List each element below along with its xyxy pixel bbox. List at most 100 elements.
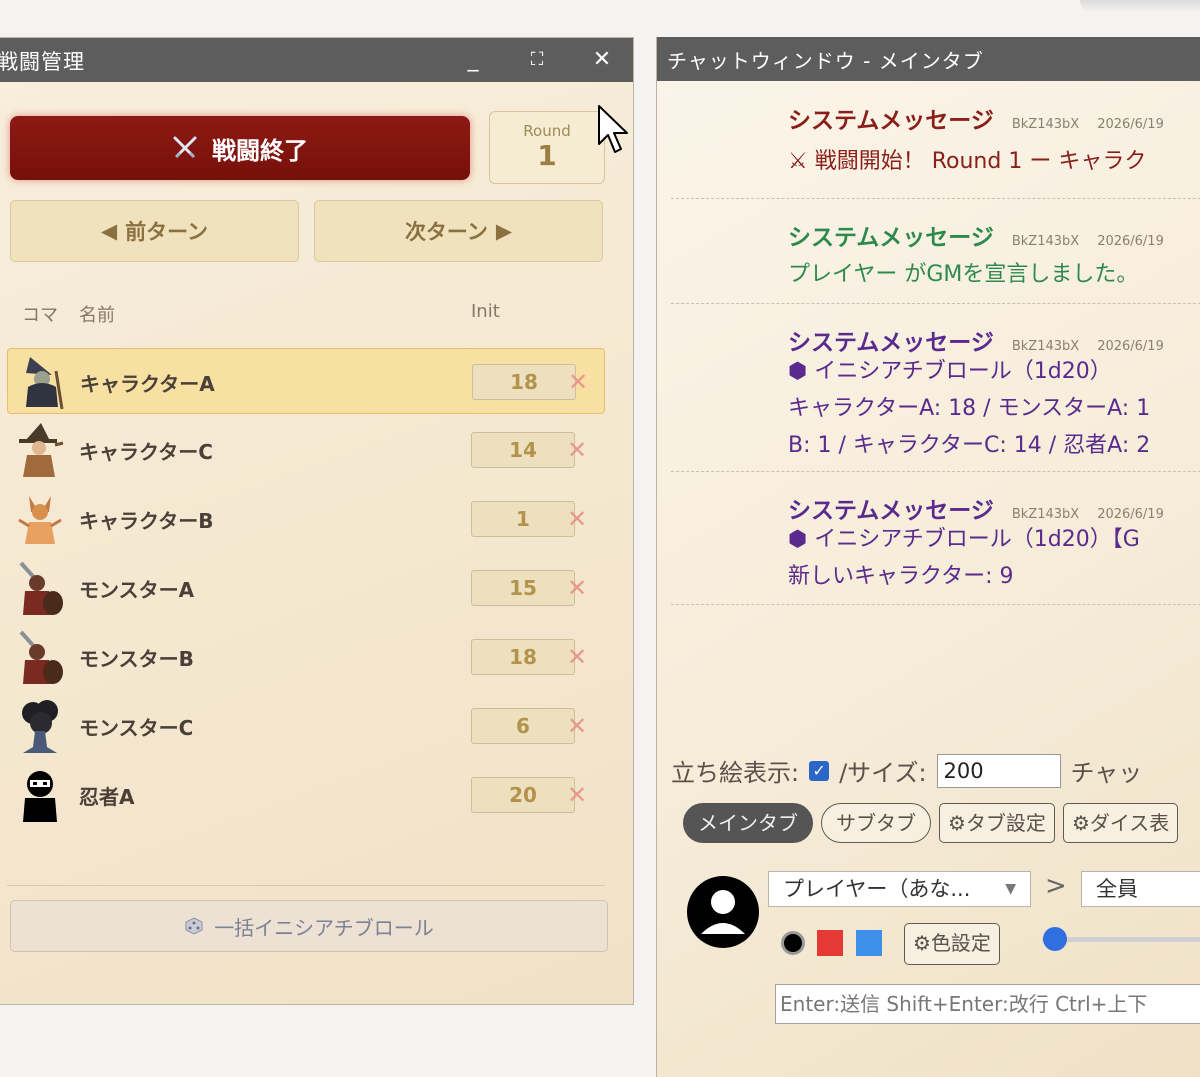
dice-icon: ⬢ (788, 359, 808, 384)
dice-table-label: ダイス表 (1089, 811, 1170, 835)
delete-icon[interactable]: ✕ (568, 365, 588, 399)
window-shadow (1080, 0, 1200, 12)
message-line: プレイヤー がGMを宣言しました。 (788, 262, 1139, 287)
next-turn-label: 次ターン (404, 220, 488, 244)
close-button[interactable]: ✕ (588, 46, 616, 74)
tab-settings-label: タブ設定 (965, 811, 1046, 835)
bulk-initiative-label: 一括イニシアチブロール (214, 915, 434, 940)
chat-title: チャットウィンドウ - メインタブ (667, 49, 984, 73)
col-init: Init (471, 301, 500, 322)
triangle-right-icon: ▶ (495, 219, 513, 243)
combat-titlebar[interactable]: 戦闘管理 _ ⛶ ✕ (0, 38, 633, 82)
delete-icon[interactable]: ✕ (567, 709, 587, 743)
chat-window: チャットウィンドウ - メインタブ システムメッセージ BkZ143bX 202… (656, 37, 1200, 1077)
mouse-cursor-icon (598, 105, 628, 153)
chevron-down-icon: ▼ (1005, 881, 1016, 897)
message-input[interactable]: Enter:送信 Shift+Enter:改行 Ctrl+上下 (775, 984, 1200, 1024)
combatant-row[interactable]: モンスターB 18 ✕ (7, 624, 605, 690)
sender-select[interactable]: プレイヤー（あな... ▼ (768, 871, 1031, 907)
init-field[interactable]: 20 (471, 777, 575, 813)
combatant-row[interactable]: モンスターC 6 ✕ (7, 693, 605, 759)
message-line: B: 1 / キャラクターC: 14 / 忍者A: 2 (788, 433, 1151, 458)
message-line: イニシアチブロール（1d20） (814, 359, 1112, 384)
col-name: 名前 (79, 305, 115, 326)
init-field[interactable]: 6 (471, 708, 575, 744)
wizard-figure-icon (26, 357, 64, 410)
delete-icon[interactable]: ✕ (567, 433, 587, 467)
witch-figure-icon (19, 423, 64, 477)
prev-turn-button[interactable]: ◀ 前ターン (10, 200, 299, 262)
round-counter: Round 1 (489, 111, 605, 184)
combatant-row[interactable]: キャラクターC 14 ✕ (7, 417, 605, 483)
tree-monster-icon (22, 700, 58, 753)
color-settings-button[interactable]: ⚙色設定 (904, 923, 1000, 965)
end-combat-button[interactable]: 戦闘終了 (10, 116, 470, 180)
chat-tabs: メインタブ サブタブ ⚙タブ設定 ⚙ダイス表 (683, 803, 1179, 843)
round-value: 1 (537, 139, 557, 172)
combatant-row[interactable]: モンスターA 15 ✕ (7, 555, 605, 621)
delete-icon[interactable]: ✕ (567, 778, 587, 812)
chat-titlebar[interactable]: チャットウィンドウ - メインタブ (657, 37, 1200, 81)
gear-icon: ⚙ (913, 931, 931, 955)
message-time: 2026/6/19 (1097, 507, 1164, 522)
size-input[interactable]: 200 (936, 753, 1061, 788)
dice-table-button[interactable]: ⚙ダイス表 (1062, 803, 1179, 843)
color-swatch-black[interactable] (780, 930, 806, 956)
combatant-row[interactable]: キャラクターB 1 ✕ (7, 486, 605, 552)
chat-message: システムメッセージ BkZ143bX 2026/6/19 プレイヤー がGMを宣… (671, 198, 1200, 304)
size-label: /サイズ: (839, 759, 927, 787)
delete-icon[interactable]: ✕ (567, 640, 587, 674)
tab-settings-button[interactable]: ⚙タブ設定 (939, 803, 1055, 843)
end-combat-label: 戦闘終了 (212, 136, 308, 165)
combatant-name: キャラクターA (80, 372, 215, 396)
combatant-name: キャラクターB (79, 509, 214, 533)
tachie-checkbox[interactable]: ✓ (809, 760, 830, 781)
message-line: キャラクターA: 18 / モンスターA: 1 (788, 396, 1151, 421)
dice-icon: ⬢ (788, 527, 808, 552)
chat-message: システムメッセージ BkZ143bX 2026/6/19 ⬢ イニシアチブロール… (671, 303, 1200, 472)
tachie-label: 立ち絵表示: (671, 759, 800, 787)
combat-title: 戦闘管理 (0, 50, 85, 74)
arrow-icon: > (1045, 871, 1067, 901)
init-field[interactable]: 15 (471, 570, 575, 606)
user-avatar-icon[interactable] (685, 874, 761, 950)
next-turn-button[interactable]: 次ターン ▶ (314, 200, 603, 262)
gear-icon: ⚙ (1071, 811, 1090, 835)
standing-image-row: 立ち絵表示: ✓ /サイズ: 200 チャッ (671, 753, 1142, 788)
combatant-name: モンスターA (79, 578, 195, 602)
col-koma: コマ (22, 305, 58, 326)
maximize-button[interactable]: ⛶ (523, 46, 551, 74)
message-sender: システムメッセージ (788, 330, 994, 356)
combatant-name: モンスターC (79, 716, 194, 740)
tab-main[interactable]: メインタブ (683, 803, 813, 843)
init-field[interactable]: 18 (472, 364, 576, 400)
tab-sub[interactable]: サブタブ (821, 803, 931, 843)
combatant-row[interactable]: 忍者A 20 ✕ (7, 762, 605, 828)
message-line: 戦闘開始！ Round 1 ー キャラク (814, 149, 1147, 174)
sender-select-value: プレイヤー（あな... (783, 877, 971, 901)
warrior-figure-icon (19, 561, 63, 615)
gear-icon: ⚙ (948, 811, 966, 835)
crossed-swords-icon (173, 136, 197, 159)
combatant-row[interactable]: キャラクターA 18 ✕ (7, 348, 605, 414)
font-size-slider[interactable] (1042, 925, 1200, 955)
combatant-name: モンスターB (79, 647, 194, 671)
divider (7, 885, 605, 886)
color-swatch-red[interactable] (817, 930, 843, 956)
minimize-button[interactable]: _ (459, 46, 487, 74)
round-label: Round (523, 122, 571, 140)
color-swatch-blue[interactable] (856, 930, 882, 956)
init-field[interactable]: 1 (471, 501, 575, 537)
message-time: 2026/6/19 (1097, 117, 1164, 132)
delete-icon[interactable]: ✕ (567, 502, 587, 536)
delete-icon[interactable]: ✕ (567, 571, 587, 605)
init-field[interactable]: 18 (471, 639, 575, 675)
combatant-name: キャラクターC (79, 440, 213, 464)
message-user-id: BkZ143bX (1011, 507, 1080, 522)
chat-message: システムメッセージ BkZ143bX 2026/6/19 ⬢ イニシアチブロール… (671, 471, 1200, 605)
init-field[interactable]: 14 (471, 432, 575, 468)
bulk-initiative-button[interactable]: 一括イニシアチブロール (10, 900, 608, 952)
chat-cut-label: チャッ (1070, 759, 1143, 787)
target-select[interactable]: 全員 (1081, 871, 1200, 907)
message-user-id: BkZ143bX (1011, 117, 1080, 132)
